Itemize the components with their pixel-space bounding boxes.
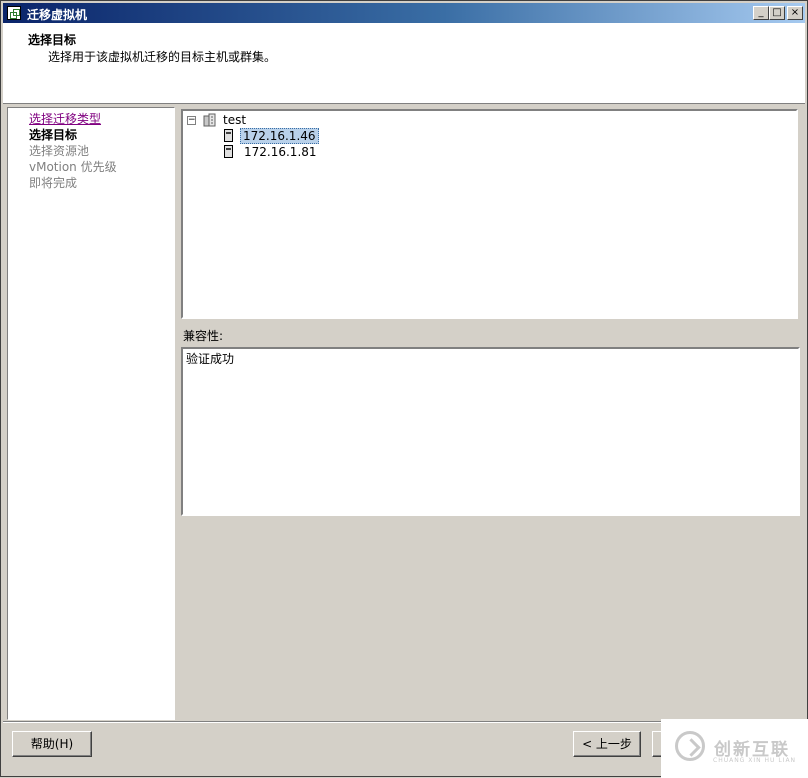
step-select-resource-pool: 选择资源池 (29, 144, 90, 158)
wizard-steps-panel: 选择迁移类型 选择目标 选择资源池 vMotion 优先级 即将完成 (7, 107, 175, 720)
collapse-toggle[interactable]: − (187, 116, 196, 125)
window-title: 迁移虚拟机 (27, 8, 88, 22)
target-tree: − test 172.16.1.46 172.16.1.81 (181, 109, 798, 319)
vsphere-app-icon (7, 6, 21, 20)
back-button[interactable]: < 上一步 (573, 731, 641, 757)
host-icon (224, 129, 233, 142)
host-icon (224, 145, 233, 158)
compatibility-label: 兼容性: (183, 329, 224, 343)
page-title: 选择目标 (28, 33, 77, 47)
migrate-vm-dialog: 迁移虚拟机 _ □ × 选择目标 选择用于该虚拟机迁移的目标主机或群集。 选择迁… (0, 0, 808, 778)
close-button[interactable]: × (787, 6, 803, 20)
cluster-label[interactable]: test (223, 113, 246, 127)
step-ready-to-complete: 即将完成 (29, 176, 78, 190)
step-select-target: 选择目标 (29, 128, 78, 142)
host-item-selected[interactable]: 172.16.1.46 (240, 128, 319, 144)
watermark: 创新互联 CHUANG XIN HU LIAN (661, 719, 808, 778)
page-subtitle: 选择用于该虚拟机迁移的目标主机或群集。 (48, 50, 277, 64)
step-select-migration-type[interactable]: 选择迁移类型 (29, 110, 101, 127)
compatibility-message: 验证成功 (186, 352, 235, 366)
watermark-logo-icon (675, 731, 705, 761)
minimize-button[interactable]: _ (753, 6, 769, 20)
step-vmotion-priority: vMotion 优先级 (29, 160, 117, 174)
maximize-button[interactable]: □ (769, 6, 785, 20)
compatibility-box: 验证成功 (181, 347, 800, 516)
wizard-header: 选择目标 选择用于该虚拟机迁移的目标主机或群集。 (3, 23, 805, 104)
help-button[interactable]: 帮助(H) (12, 731, 92, 757)
watermark-subtext: CHUANG XIN HU LIAN (713, 757, 797, 764)
title-bar: 迁移虚拟机 _ □ × (3, 3, 805, 23)
cluster-icon (203, 113, 216, 127)
host-item[interactable]: 172.16.1.81 (244, 145, 317, 159)
